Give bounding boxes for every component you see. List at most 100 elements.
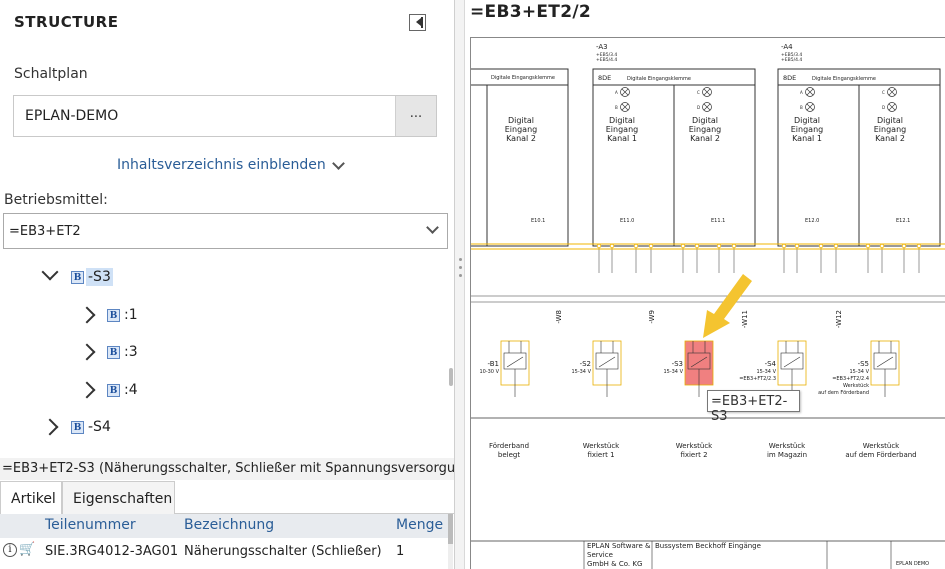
device-b-icon: B (107, 309, 120, 322)
tree-item-4[interactable]: :4 (124, 382, 138, 398)
col-menge[interactable]: Menge (396, 517, 443, 533)
chevron-down-icon[interactable] (332, 157, 345, 170)
channel-label: Kanal 1 (607, 134, 637, 143)
terminal-dot (781, 243, 787, 249)
splitter[interactable] (455, 0, 465, 569)
terminal-dot (916, 243, 922, 249)
sensor-1[interactable]: -S215-34 V (571, 340, 622, 397)
sensor-note: Werkstück (843, 383, 869, 389)
tab-artikel[interactable]: Artikel (0, 481, 62, 514)
part-quantity: 1 (396, 544, 405, 559)
channel-label: Digital (877, 116, 903, 125)
sensor-id: -S5 (858, 360, 869, 368)
cable-label: -W8 (555, 310, 563, 324)
schematic-field[interactable]: EPLAN-DEMO ... (13, 95, 437, 137)
led-label: D (882, 105, 885, 110)
tab-eigenschaften[interactable]: Eigenschaften (62, 481, 175, 514)
page-title: =EB3+ET2/2 (470, 2, 591, 22)
splitter-grip-dot (459, 266, 462, 269)
module-id: -A3 (596, 43, 608, 51)
sensor-ref: =EB3+FT2/2.4 (832, 376, 869, 382)
terminal-dot (833, 243, 839, 249)
module-ref: +EB5/4.4 (596, 57, 617, 63)
device-b-icon: B (107, 346, 120, 359)
tree-item-3[interactable]: :3 (124, 344, 138, 360)
status-line: =EB3+ET2-S3 (Näherungsschalter, Schließe… (0, 458, 454, 480)
collapse-panel-icon[interactable] (409, 14, 426, 31)
tree-item-s3[interactable]: -S3 (86, 268, 113, 286)
sensor-0[interactable]: -B110-30 V (479, 340, 530, 397)
sensor-id: -S3 (672, 360, 683, 368)
tb-project: EPLAN DEMO (896, 561, 929, 567)
chevron-right-icon[interactable] (41, 418, 59, 436)
function-caption: auf dem Förderband (845, 451, 916, 459)
tree-item-1[interactable]: :1 (124, 307, 138, 323)
led-label: C (882, 90, 885, 95)
module-partial[interactable]: Digitale Eingangsklemme Digital Eingang … (471, 68, 569, 247)
module-id: -A4 (781, 43, 793, 51)
device-tooltip: =EB3+ET2-S3 (707, 390, 800, 424)
sensor-3[interactable]: -S415-34 V=EB3+FT2/2.3 (739, 340, 807, 397)
sensor-id: -S2 (580, 360, 591, 368)
schematic-sheet[interactable]: Digitale Eingangsklemme Digital Eingang … (470, 37, 945, 569)
function-caption: fixiert 2 (680, 451, 707, 459)
toc-link[interactable]: Inhaltsverzeichnis einblenden (117, 157, 326, 173)
part-number: SIE.3RG4012-3AG01 (45, 544, 179, 559)
terminal-dot (879, 243, 885, 249)
channel-address: E11.0 (620, 218, 634, 224)
channel-address: E12.1 (896, 218, 910, 224)
terminal-dot (716, 243, 722, 249)
schematic-drawing: Digitale Eingangsklemme Digital Eingang … (471, 43, 945, 569)
contact-line (783, 356, 801, 368)
tree-scrollbar[interactable] (449, 368, 453, 386)
table-row[interactable]: i 🛒 SIE.3RG4012-3AG01 Näherungsschalter … (0, 540, 448, 564)
device-b-icon: B (107, 384, 120, 397)
chevron-down-icon (426, 221, 439, 234)
tree-item-s4[interactable]: -S4 (88, 419, 111, 435)
module-0[interactable]: -A3+EB5/3.4+EB5/4.48DE Digitale Eingangsk… (592, 43, 756, 273)
chevron-down-icon[interactable] (41, 263, 59, 281)
browse-button[interactable]: ... (395, 96, 436, 136)
channel-label: Kanal 2 (875, 134, 905, 143)
device-label: Betriebsmittel: (4, 192, 108, 208)
partial-desc: Digitale Eingangsklemme (491, 75, 555, 81)
chevron-right-icon[interactable] (78, 381, 96, 399)
function-caption: belegt (498, 451, 520, 459)
cable-label: -W9 (648, 310, 656, 324)
led-label: A (800, 90, 803, 95)
device-value: =EB3+ET2 (9, 224, 81, 239)
tab-bar: Artikel Eigenschaften (0, 481, 454, 514)
col-bezeichnung[interactable]: Bezeichnung (184, 517, 274, 533)
cable-label: -W11 (741, 310, 749, 328)
terminal-dot (680, 243, 686, 249)
function-caption: Werkstück (769, 442, 806, 450)
chevron-right-icon[interactable] (78, 343, 96, 361)
title-block: EPLAN Software & Service GmbH & Co. KG B… (471, 540, 945, 569)
terminal-dot (596, 243, 602, 249)
device-select[interactable]: =EB3+ET2 (3, 213, 448, 249)
terminal-dot (865, 243, 871, 249)
table-scrollbar[interactable] (448, 514, 453, 569)
led-label: B (800, 105, 803, 110)
sensor-2[interactable]: -S315-34 V (663, 340, 714, 397)
col-teilenummer[interactable]: Teilenummer (45, 517, 136, 533)
contact-line (876, 356, 894, 368)
cart-icon[interactable]: 🛒 (19, 542, 35, 557)
module-type: 8DE (783, 74, 796, 82)
chevron-right-icon[interactable] (78, 306, 96, 324)
function-caption: Werkstück (583, 442, 620, 450)
partial-ch2-a: Digital (508, 116, 534, 125)
sensor-4[interactable]: -S515-34 V=EB3+FT2/2.4Werkstückauf dem F… (818, 340, 900, 397)
tb-company-3: GmbH & Co. KG (587, 560, 642, 568)
module-1[interactable]: -A4+EB5/3.4+EB5/4.48DE Digitale Eingangsk… (777, 43, 941, 273)
sensor-id: -B1 (487, 360, 499, 368)
info-icon[interactable]: i (3, 543, 17, 557)
channel-label: Eingang (606, 125, 638, 134)
sensor-voltage: 15-34 V (571, 369, 591, 375)
terminal-dot (694, 243, 700, 249)
device-b-icon: B (71, 271, 84, 284)
led-label: A (615, 90, 618, 95)
part-description: Näherungsschalter (Schließer) (184, 544, 382, 559)
channel-label: Eingang (791, 125, 823, 134)
terminal-dot (648, 243, 654, 249)
